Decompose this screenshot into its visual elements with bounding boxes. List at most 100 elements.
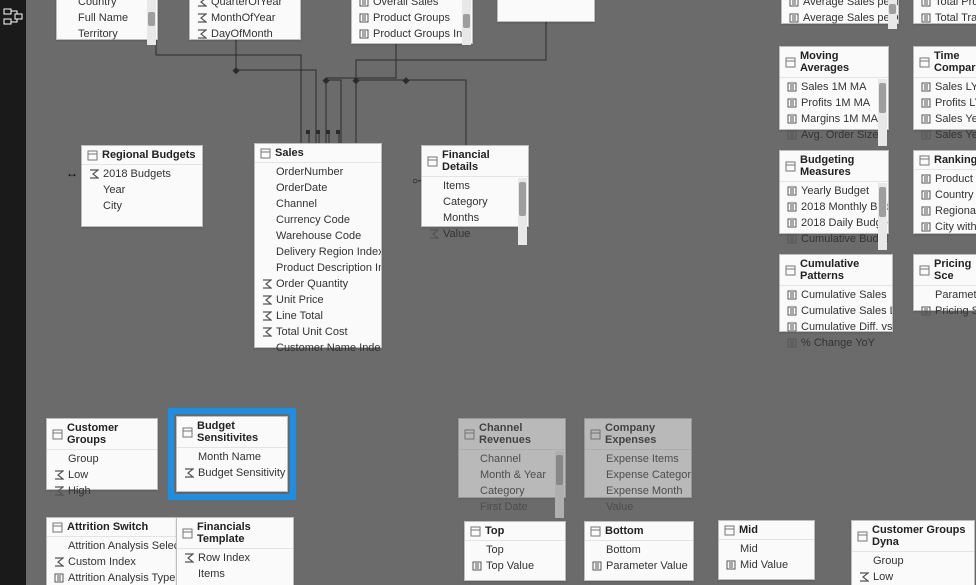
field-row[interactable]: Attrition Analysis Select bbox=[47, 538, 177, 554]
field-row[interactable]: Expense Month bbox=[585, 483, 691, 499]
table-financials-template[interactable]: Financials Template Row IndexItemsSummar… bbox=[176, 517, 294, 585]
field-row[interactable]: Year bbox=[82, 182, 202, 198]
field-row[interactable]: Budget Sensitivity bbox=[177, 465, 287, 481]
field-row[interactable]: Expense Items bbox=[585, 451, 691, 467]
table-financial-details[interactable]: Financial Details ItemsCategoryMonthsVal… bbox=[421, 145, 529, 227]
field-row[interactable]: Sales Year to bbox=[914, 127, 976, 143]
field-row[interactable]: Regional Sa bbox=[914, 203, 976, 219]
field-row[interactable]: Sales Year to bbox=[914, 111, 976, 127]
relationship-endpoint-icon[interactable]: ↔ bbox=[66, 166, 78, 180]
table-regional-budgets[interactable]: Regional Budgets 2018 BudgetsYearCity bbox=[81, 145, 203, 227]
field-row[interactable]: Overall Sales bbox=[352, 0, 472, 10]
field-row[interactable]: Total Profits bbox=[914, 0, 976, 10]
field-row[interactable]: Mid Value bbox=[719, 557, 814, 573]
table-sales[interactable]: Sales OrderNumberOrderDateChannelCurrenc… bbox=[254, 143, 382, 348]
table-customers-partial[interactable]: Country Full Name Territory bbox=[56, 0, 158, 40]
field-row[interactable]: Country bbox=[57, 0, 157, 10]
table-attrition-switch[interactable]: Attrition Switch Attrition Analysis Sele… bbox=[46, 517, 178, 585]
field-row[interactable]: Group bbox=[47, 451, 157, 467]
field-row[interactable]: Items bbox=[422, 178, 528, 194]
scrollbar[interactable] bbox=[518, 178, 527, 245]
field-row[interactable]: Low bbox=[852, 569, 974, 585]
scrollbar[interactable] bbox=[462, 0, 471, 45]
scrollbar[interactable] bbox=[888, 0, 897, 29]
table-pricing-scenarios[interactable]: Pricing Sce ParameterPricing Sce bbox=[913, 254, 976, 311]
field-row[interactable]: Month Name bbox=[177, 449, 287, 465]
field-row[interactable]: Yearly Budget bbox=[780, 183, 888, 199]
field-row[interactable]: Full Name bbox=[57, 10, 157, 26]
field-row[interactable]: Month & Year bbox=[459, 467, 565, 483]
table-channel-revenues[interactable]: Channel Revenues ChannelMonth & YearCate… bbox=[458, 418, 566, 498]
field-row[interactable]: Total Unit Cost bbox=[255, 324, 381, 340]
table-bottom[interactable]: Bottom BottomParameter Value bbox=[584, 521, 694, 581]
field-row[interactable]: High bbox=[47, 483, 157, 499]
field-row[interactable]: Months bbox=[422, 210, 528, 226]
field-row[interactable]: Channel bbox=[459, 451, 565, 467]
field-row[interactable]: Warehouse Code bbox=[255, 228, 381, 244]
scrollbar[interactable] bbox=[147, 0, 156, 45]
table-customer-groups[interactable]: Customer Groups GroupLowHigh bbox=[46, 418, 158, 490]
field-row[interactable]: City bbox=[82, 198, 202, 214]
field-row[interactable]: Profits 1M MA bbox=[780, 95, 888, 111]
table-dates-partial[interactable]: QuarterOfYearMonthOfYearDayOfMonth bbox=[189, 0, 301, 40]
field-row[interactable]: MonthOfYear bbox=[190, 10, 300, 26]
field-row[interactable]: Parameter bbox=[914, 287, 976, 303]
field-row[interactable]: Parameter Value bbox=[585, 558, 693, 574]
field-row[interactable]: Category bbox=[422, 194, 528, 210]
field-row[interactable]: Total Transa bbox=[914, 10, 976, 26]
field-row[interactable]: Territory bbox=[57, 26, 157, 42]
field-row[interactable]: QuarterOfYear bbox=[190, 0, 300, 10]
field-row[interactable]: Row Index bbox=[177, 550, 293, 566]
table-products-partial[interactable]: Overall SalesProduct GroupsProduct Group… bbox=[351, 0, 473, 44]
table-time-comparison[interactable]: Time Compar Sales LYProfits LYSales Year… bbox=[913, 46, 976, 130]
model-view-icon[interactable] bbox=[3, 8, 23, 26]
field-row[interactable]: 2018 Budgets bbox=[82, 166, 202, 182]
field-row[interactable]: Margins 1M MA bbox=[780, 111, 888, 127]
field-row[interactable]: Cumulative Sales bbox=[780, 287, 892, 303]
field-row[interactable]: Country Sal bbox=[914, 187, 976, 203]
field-row[interactable]: First Date bbox=[459, 499, 565, 515]
field-row[interactable]: Cumulative Diff. vs LY bbox=[780, 319, 892, 335]
field-row[interactable]: Channel bbox=[255, 196, 381, 212]
table-top[interactable]: Top TopTop Value bbox=[464, 521, 566, 581]
table-ranking[interactable]: Ranking Product SalCountry SalRegional S… bbox=[913, 150, 976, 234]
field-row[interactable]: Pricing Sce bbox=[914, 303, 976, 319]
table-moving-averages[interactable]: Moving Averages Sales 1M MAProfits 1M MA… bbox=[779, 46, 889, 130]
field-row[interactable]: % Change YoY bbox=[780, 335, 892, 351]
field-row[interactable]: Sales 1M MA bbox=[780, 79, 888, 95]
field-row[interactable]: Customer Name Index bbox=[255, 340, 381, 356]
field-row[interactable]: Order Quantity bbox=[255, 276, 381, 292]
field-row[interactable]: 2018 Daily Budgets bbox=[780, 215, 888, 231]
field-row[interactable]: Top Value bbox=[465, 558, 565, 574]
field-row[interactable]: Avg. Order Size 1M M bbox=[780, 127, 888, 143]
field-row[interactable]: Product Groups Ind bbox=[352, 26, 472, 42]
field-row[interactable]: Product Sal bbox=[914, 171, 976, 187]
field-row[interactable]: OrderNumber bbox=[255, 164, 381, 180]
field-row[interactable]: Average Sales per Cu bbox=[782, 10, 898, 26]
field-row[interactable]: 2018 Monthly Budge bbox=[780, 199, 888, 215]
table-budget-sensitivities[interactable]: Budget Sensitivites Month NameBudget Sen… bbox=[176, 416, 288, 492]
field-row[interactable]: Group bbox=[852, 553, 974, 569]
field-row[interactable]: Value bbox=[422, 226, 528, 242]
field-row[interactable]: Value bbox=[585, 499, 691, 515]
field-row[interactable]: Low bbox=[47, 467, 157, 483]
field-row[interactable]: Top bbox=[465, 542, 565, 558]
field-row[interactable]: Cumulative Budgets bbox=[780, 231, 888, 247]
field-row[interactable]: DayOfMonth bbox=[190, 26, 300, 42]
table-budgeting-measures[interactable]: Budgeting Measures Yearly Budget2018 Mon… bbox=[779, 150, 889, 234]
scrollbar[interactable] bbox=[555, 451, 564, 518]
field-row[interactable]: Delivery Region Index bbox=[255, 244, 381, 260]
table-mid[interactable]: Mid MidMid Value bbox=[718, 520, 815, 580]
field-row[interactable]: Unit Price bbox=[255, 292, 381, 308]
field-row[interactable]: Category bbox=[459, 483, 565, 499]
table-key-measures-partial[interactable]: Average Sales per MAverage Sales per Cu bbox=[781, 0, 899, 24]
field-row[interactable]: Product Groups bbox=[352, 10, 472, 26]
field-row[interactable]: Line Total bbox=[255, 308, 381, 324]
table-profits-partial[interactable]: Total ProfitsTotal Transa bbox=[913, 0, 976, 24]
scrollbar[interactable] bbox=[878, 183, 887, 250]
table-customer-groups-dyna[interactable]: Customer Groups Dyna GroupLowHigh bbox=[851, 520, 975, 585]
field-row[interactable]: Attrition Analysis Type bbox=[47, 570, 177, 585]
field-row[interactable]: Profits LY bbox=[914, 95, 976, 111]
field-row[interactable]: OrderDate bbox=[255, 180, 381, 196]
field-row[interactable]: Mid bbox=[719, 541, 814, 557]
